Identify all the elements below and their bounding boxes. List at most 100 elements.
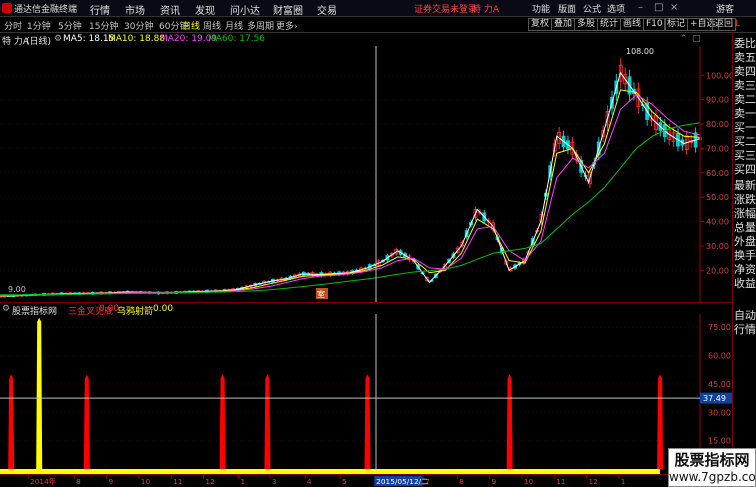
indicator-spike: [657, 374, 664, 469]
menu-item-wealth[interactable]: 财富圈: [273, 2, 303, 17]
panel-label-last: 最新: [734, 179, 756, 192]
date-tick-label: 12: [588, 477, 597, 486]
menu-item-discover[interactable]: 发现: [195, 2, 215, 17]
tool-adjust-button[interactable]: 复权: [528, 18, 553, 31]
period-tab-more[interactable]: 更多›: [276, 19, 298, 32]
menu-item-quotes[interactable]: 行情: [90, 2, 110, 17]
period-tab-monthly[interactable]: 月线: [225, 19, 243, 32]
ma-line-ma20: [0, 94, 701, 297]
price-tick-label: 20.00: [706, 266, 729, 275]
ma-line-ma10: [0, 89, 701, 297]
date-tick-label: 10: [141, 477, 151, 486]
indicator-chart[interactable]: 15.00 30.00 45.00 60.00 75.00 37.49: [0, 314, 732, 474]
indicator-settings-icon[interactable]: ⚙: [2, 304, 10, 314]
price-tick-label: 80.00: [706, 120, 729, 129]
price-tick-label: 40.00: [706, 218, 729, 227]
candlestick-layer: [0, 57, 702, 298]
site-watermark: 股票指标网 www.7gpzb.com: [668, 448, 756, 487]
date-tick-label: 10: [524, 477, 534, 486]
main-grid: [0, 74, 700, 271]
panel-label-change-pct: 涨幅: [734, 207, 756, 220]
date-tick-label: 1: [621, 477, 626, 486]
date-tick-label: 2014年: [30, 477, 57, 486]
indicator-spike: [8, 374, 15, 469]
menu-item-news[interactable]: 资讯: [160, 2, 180, 17]
date-tick-label: 8: [459, 477, 464, 486]
panel-label-bid1: 买一: [734, 121, 756, 134]
tool-mark-button[interactable]: 标记: [664, 18, 689, 31]
ma-line-ma5: [0, 71, 701, 297]
date-tick-label: 11: [556, 477, 566, 486]
low-price-label: 9.00: [8, 285, 26, 294]
price-tick-label: 90.00: [706, 96, 729, 105]
user-label[interactable]: 游客: [716, 2, 734, 15]
panel-level-mark: L: [735, 19, 741, 29]
menu-item-layout[interactable]: 版面: [558, 2, 576, 15]
period-tab-5min[interactable]: 5分钟: [58, 19, 82, 32]
tool-draw-button[interactable]: 画线: [620, 18, 645, 31]
price-axis: 20.00 30.00 40.00 50.00 60.00 70.00 80.00 90.00…: [699, 46, 732, 302]
panel-label-net-assets: 净资: [734, 263, 756, 276]
panel-label-bid4: 买四: [734, 163, 756, 176]
ma-info-bar: 特 力A (日线) ⚙ MA5: 18.15 MA10: 18.88 MA20:…: [0, 33, 732, 47]
menu-item-options[interactable]: 选项: [607, 2, 625, 15]
menu-item-market[interactable]: 市场: [125, 2, 145, 17]
cursor-date-label: 2015/05/12/二: [376, 477, 428, 486]
menu-item-function[interactable]: 功能: [532, 2, 550, 15]
chart-collapse-icon[interactable]: ⌃: [680, 34, 688, 44]
panel-quote-button[interactable]: 行情: [734, 323, 756, 336]
period-tab-multi[interactable]: 多周期: [247, 19, 274, 32]
date-tick-label: 11: [173, 477, 183, 486]
date-tick-label: 5: [342, 477, 347, 486]
indicator-title-bar: ⚙ 股票指标网 三金叉见底 0.00 乌鸦射箭 0.00: [0, 302, 732, 317]
period-tab-weekly[interactable]: 周线: [203, 19, 221, 32]
tool-stats-button[interactable]: 统计: [597, 18, 622, 31]
panel-label-outer: 外盘: [734, 235, 756, 248]
period-tab-daily[interactable]: 日线: [182, 19, 200, 32]
date-tick-label: 1: [240, 477, 245, 486]
tool-overlay-button[interactable]: 叠加: [551, 18, 576, 31]
price-tick-label: 30.00: [706, 242, 729, 251]
date-tick-label: 12: [205, 477, 214, 486]
ma60-readout: MA60: 17.56: [208, 34, 266, 44]
price-tick-label: 60.00: [706, 169, 729, 178]
ma5-readout: MA5: 18.15: [63, 34, 115, 44]
app-logo-icon: [2, 3, 12, 13]
tool-f10-button[interactable]: F10: [643, 18, 666, 31]
indicator-tick-label: 45.00: [708, 380, 731, 389]
period-tab-30min[interactable]: 30分钟: [124, 19, 153, 32]
indicator-spike: [506, 374, 513, 469]
panel-label-volume: 总量: [734, 221, 756, 234]
indicator-tick-label: 30.00: [708, 408, 731, 417]
maximize-icon[interactable]: □: [654, 2, 663, 13]
menu-item-formula[interactable]: 公式: [583, 2, 601, 15]
period-toolbar: 分时 1分钟 5分钟 15分钟 30分钟 60分钟 日线 周线 月线 多周期 更…: [0, 17, 756, 33]
high-price-label: 108.00: [626, 47, 654, 56]
current-stock-name: 特 力A: [472, 5, 500, 15]
watermark-name: 股票指标网: [674, 451, 750, 469]
indicator-tick-label: 15.00: [708, 437, 731, 446]
menu-item-trade[interactable]: 交易: [317, 2, 337, 17]
info-settings-icon[interactable]: ⚙: [54, 34, 62, 44]
main-price-chart[interactable]: 20.00 30.00 40.00 50.00 60.00 70.00 80.00 90.00…: [0, 46, 732, 302]
indicator-spike: [264, 374, 271, 469]
period-tab-1min[interactable]: 1分钟: [27, 19, 51, 32]
panel-label-ask3: 卖三: [734, 79, 756, 92]
watermark-url: www.7gpzb.com: [669, 470, 756, 484]
price-tick-label: 70.00: [706, 144, 729, 153]
login-notice[interactable]: 证券交易未登录: [414, 2, 477, 15]
period-tab-15min[interactable]: 15分钟: [89, 19, 118, 32]
panel-auto-button[interactable]: 自动: [734, 309, 756, 322]
menu-item-ask[interactable]: 问小达: [230, 2, 260, 17]
tool-multistock-button[interactable]: 多股: [574, 18, 599, 31]
minimize-icon[interactable]: –: [638, 2, 643, 13]
chevron-right-icon: ›: [294, 22, 298, 32]
chart-expand-icon[interactable]: □: [692, 34, 701, 44]
crosshair-value-label: 37.49: [703, 394, 726, 403]
tool-back-button[interactable]: 返回: [712, 18, 737, 31]
indicator-tick-label: 60.00: [708, 352, 731, 361]
close-icon[interactable]: ×: [670, 2, 678, 13]
period-tab-timeshare[interactable]: 分时: [4, 19, 22, 32]
panel-label-ask4: 卖四: [734, 65, 756, 78]
event-marker-label: 室: [317, 289, 325, 299]
